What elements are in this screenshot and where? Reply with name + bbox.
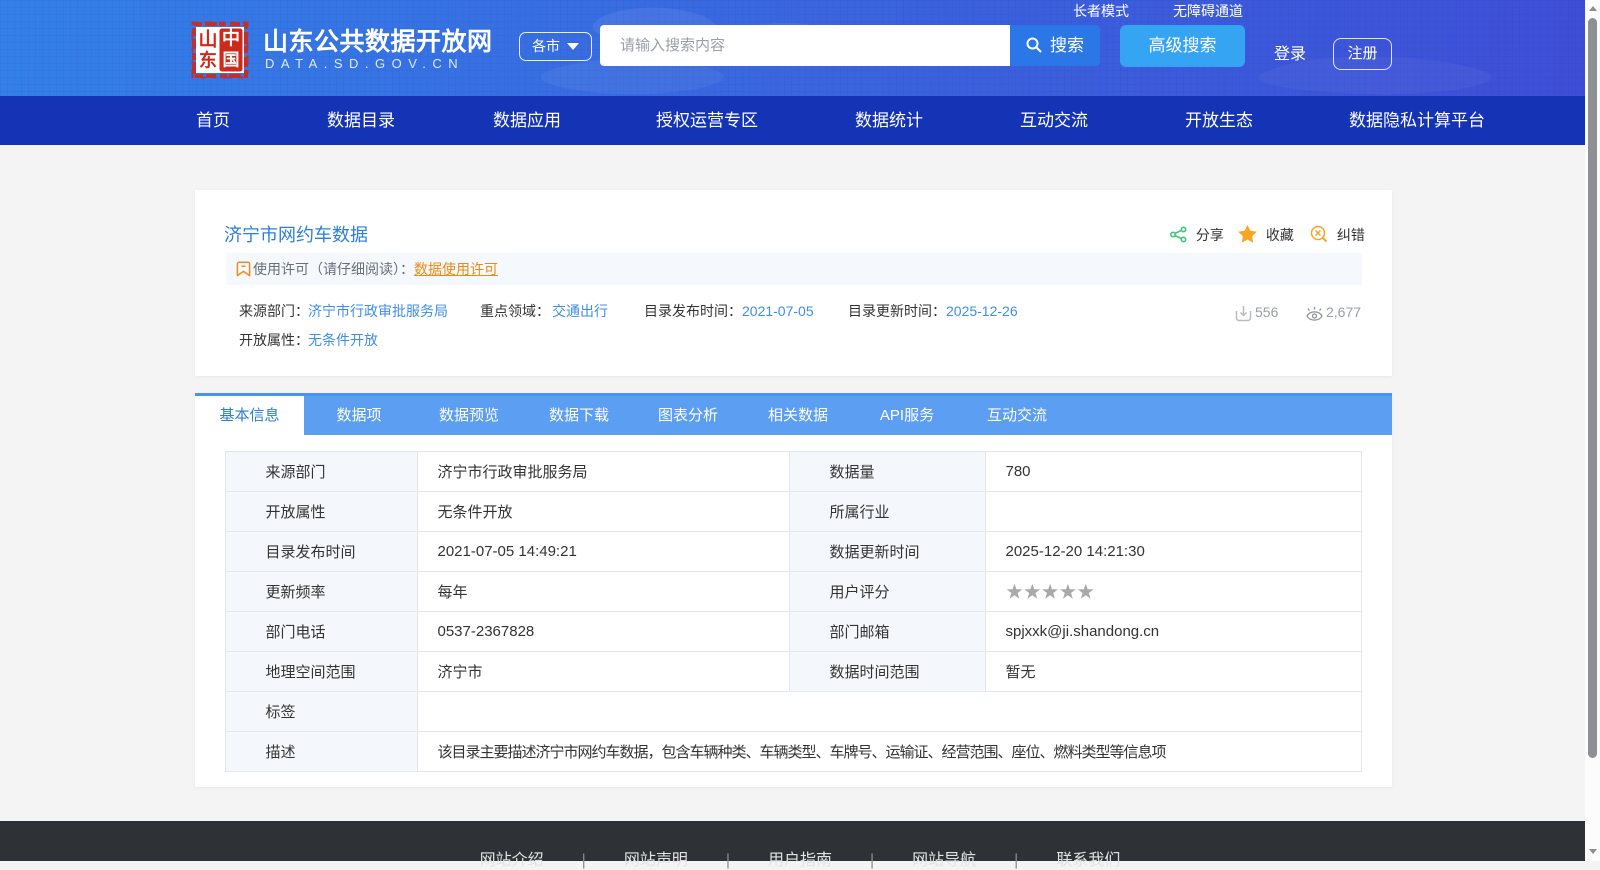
svg-text:国: 国 [223, 51, 240, 70]
svg-text:中: 中 [222, 28, 240, 49]
svg-text:东: 东 [199, 50, 217, 71]
svg-text:山: 山 [198, 29, 217, 51]
